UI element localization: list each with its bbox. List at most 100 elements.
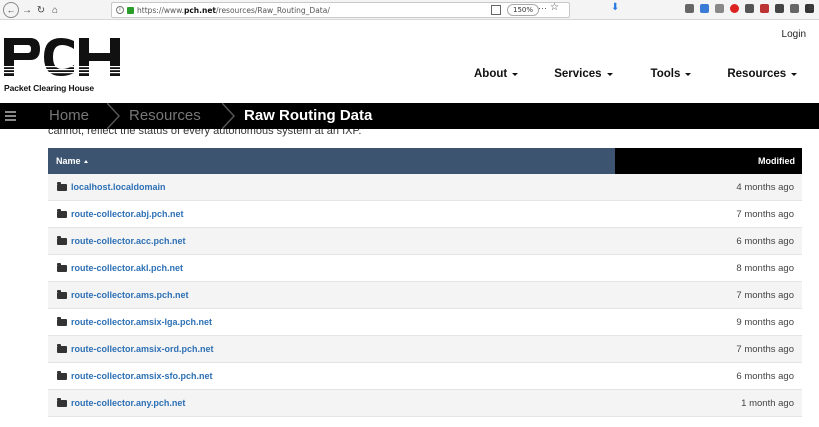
lock-icon: [127, 6, 134, 14]
table-row: route-collector.amsix-sfo.pch.net 6 month…: [48, 363, 802, 390]
directory-name: route-collector.amsix-lga.pch.net: [71, 317, 213, 327]
directory-link[interactable]: route-collector.abj.pch.net: [48, 208, 615, 219]
directory-name: route-collector.abj.pch.net: [71, 209, 184, 219]
folder-icon: [57, 343, 67, 353]
directory-link[interactable]: route-collector.amsix-ord.pch.net: [48, 343, 615, 354]
url-host: pch.net: [183, 5, 216, 15]
sort-ascending-icon: [83, 160, 88, 163]
folder-icon: [57, 181, 67, 191]
modified-time: 4 months ago: [736, 181, 794, 193]
table-row: route-collector.any.pch.net 1 month ago: [48, 390, 802, 417]
main-navigation: About Services Tools Resources: [474, 68, 798, 80]
pch-logo-letters: [4, 38, 122, 76]
folder-icon: [57, 262, 67, 272]
table-row: route-collector.acc.pch.net 6 months ago: [48, 228, 802, 255]
sidebar-menu-icon[interactable]: [5, 111, 16, 123]
reload-icon[interactable]: ↻: [36, 2, 46, 18]
table-body: localhost.localdomain 4 months ago route-c…: [48, 174, 802, 417]
folder-icon: [57, 316, 67, 326]
breadcrumb-chevron-icon: [107, 103, 121, 129]
caret-down-icon: [512, 72, 519, 76]
folder-icon: [57, 370, 67, 380]
browser-toolbar: ← → ↻ ⌂ i https://www. pch.net/resources/…: [0, 0, 819, 20]
modified-time: 1 month ago: [741, 397, 794, 409]
table-header: Name Modified: [48, 148, 802, 174]
modified-time: 6 months ago: [736, 235, 794, 247]
table-row: route-collector.amsix-lga.pch.net 9 month…: [48, 309, 802, 336]
directory-name: route-collector.ams.pch.net: [71, 290, 189, 300]
directory-link[interactable]: route-collector.any.pch.net: [48, 397, 615, 408]
url-prefix: https://www.: [137, 5, 184, 15]
table-row: route-collector.amsix-ord.pch.net 7 month…: [48, 336, 802, 363]
page-actions-icon[interactable]: ···: [538, 3, 547, 13]
breadcrumb-resources[interactable]: Resources: [129, 107, 201, 124]
modified-time: 8 months ago: [736, 262, 794, 274]
breadcrumb: Home Resources Raw Routing Data: [0, 103, 819, 129]
hamburger-menu-icon[interactable]: ≡: [808, 3, 814, 14]
caret-down-icon: [606, 72, 613, 76]
folder-icon: [57, 289, 67, 299]
info-icon[interactable]: i: [116, 6, 124, 14]
nav-label: Resources: [727, 68, 787, 80]
table-row: route-collector.ams.pch.net 7 months ago: [48, 282, 802, 309]
folder-icon: [57, 235, 67, 245]
nav-label: Tools: [650, 68, 681, 80]
directory-link[interactable]: localhost.localdomain: [48, 181, 615, 192]
directory-link[interactable]: route-collector.ams.pch.net: [48, 289, 615, 300]
modified-time: 6 months ago: [736, 370, 794, 382]
extension-icon[interactable]: [715, 4, 724, 13]
directory-link[interactable]: route-collector.akl.pch.net: [48, 262, 615, 273]
home-icon[interactable]: ⌂: [50, 2, 60, 18]
modified-time: 9 months ago: [736, 316, 794, 328]
modified-time: 7 months ago: [736, 289, 794, 301]
nav-label: About: [474, 68, 508, 80]
directory-name: route-collector.any.pch.net: [71, 398, 186, 408]
nav-label: Services: [554, 68, 602, 80]
breadcrumb-chevron-icon: [222, 103, 236, 129]
extension-icon[interactable]: [745, 4, 754, 13]
folder-icon: [57, 208, 67, 218]
pch-logo[interactable]: Packet Clearing House: [4, 38, 124, 93]
extension-icon[interactable]: [760, 4, 769, 13]
reader-view-icon[interactable]: [491, 5, 501, 15]
zoom-indicator[interactable]: 150%: [507, 4, 540, 16]
caret-down-icon: [791, 72, 798, 76]
extension-icon[interactable]: [775, 4, 784, 13]
login-link[interactable]: Login: [782, 29, 806, 40]
modified-time: 7 months ago: [736, 343, 794, 355]
breadcrumb-home[interactable]: Home: [49, 107, 89, 124]
column-header-modified[interactable]: Modified: [615, 148, 802, 174]
directory-table: Name Modified localhost.localdomain 4 mon…: [48, 148, 802, 417]
intro-text-partial: cannot, reflect the status of every auto…: [48, 129, 362, 137]
extension-icon[interactable]: [700, 4, 709, 13]
library-icon[interactable]: [685, 4, 694, 13]
download-icon[interactable]: ⬇: [611, 2, 619, 13]
extension-icon[interactable]: [790, 4, 799, 13]
directory-link[interactable]: route-collector.amsix-sfo.pch.net: [48, 370, 615, 381]
nav-tools[interactable]: Tools: [651, 68, 692, 80]
directory-name: route-collector.akl.pch.net: [71, 263, 184, 273]
directory-name: localhost.localdomain: [71, 182, 166, 192]
caret-down-icon: [685, 72, 692, 76]
table-row: route-collector.akl.pch.net 8 months ago: [48, 255, 802, 282]
logo-text: Packet Clearing House: [4, 83, 95, 93]
bookmark-star-icon[interactable]: ☆: [550, 2, 559, 13]
nav-services[interactable]: Services: [554, 68, 613, 80]
extension-icons: [685, 4, 819, 13]
breadcrumb-current: Raw Routing Data: [244, 107, 373, 124]
directory-link[interactable]: route-collector.acc.pch.net: [48, 235, 615, 246]
extension-icon[interactable]: [730, 4, 739, 13]
back-icon[interactable]: ←: [3, 2, 19, 18]
directory-name: route-collector.amsix-ord.pch.net: [71, 344, 214, 354]
table-row: localhost.localdomain 4 months ago: [48, 174, 802, 201]
forward-icon[interactable]: →: [22, 2, 32, 18]
nav-about[interactable]: About: [474, 68, 519, 80]
column-header-name[interactable]: Name: [48, 148, 615, 174]
url-bar[interactable]: i https://www. pch.net/resources/Raw_Rout…: [111, 2, 570, 18]
directory-link[interactable]: route-collector.amsix-lga.pch.net: [48, 316, 615, 327]
column-label: Name: [56, 156, 81, 166]
nav-resources[interactable]: Resources: [727, 68, 798, 80]
table-row: route-collector.abj.pch.net 7 months ago: [48, 201, 802, 228]
url-path: /resources/Raw_Routing_Data/: [216, 5, 330, 15]
modified-time: 7 months ago: [736, 208, 794, 220]
